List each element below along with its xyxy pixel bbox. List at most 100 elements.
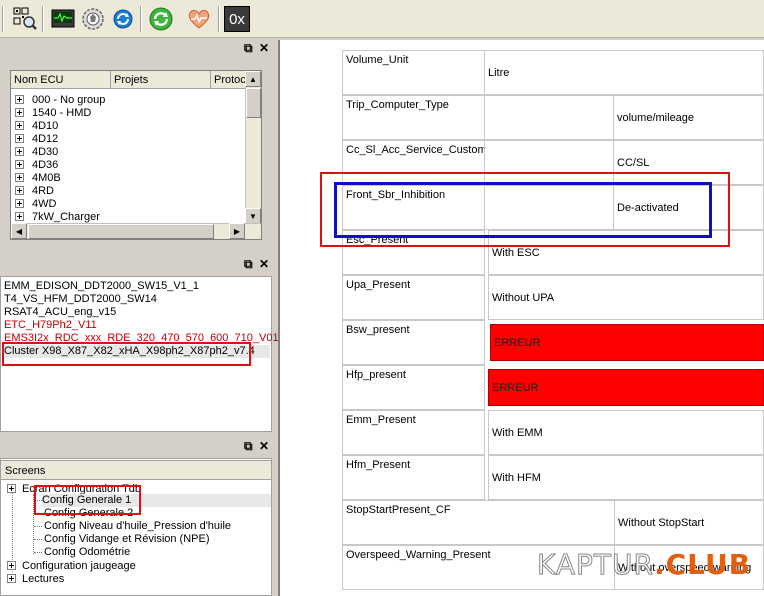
form-row-volume-unit: Volume_Unit Litre	[342, 50, 764, 95]
refresh-icon[interactable]	[110, 6, 136, 32]
horizontal-scrollbar[interactable]: ◀ ▶	[11, 223, 261, 239]
ecu-tree-label: 1540 - HMD	[32, 106, 92, 119]
app-window: 0x ⧉ ✕ Nom ECU Projets Protoco 000 - No …	[0, 0, 764, 596]
screens-panel-header: ⧉ ✕	[0, 438, 272, 456]
ecu-tree-label: 4D30	[32, 145, 59, 158]
field-label: Bsw_present	[342, 320, 485, 365]
ecu-tree-item[interactable]: 4WD	[15, 197, 56, 210]
field-value[interactable]: Without StopStart	[614, 500, 764, 545]
field-label: Hfp_present	[342, 365, 485, 410]
screens-tree-root-label: Lectures	[22, 572, 65, 585]
scroll-left-icon[interactable]: ◀	[11, 223, 27, 239]
field-label: Emm_Present	[342, 410, 485, 455]
scroll-down-icon[interactable]: ▼	[245, 208, 261, 224]
lion-gear-icon[interactable]	[80, 6, 106, 32]
expand-icon[interactable]	[15, 199, 24, 208]
ecu-tree-item[interactable]: 4RD	[15, 184, 54, 197]
toolbar: 0x	[0, 0, 764, 38]
ecu-tree-label: 7kW_Charger	[32, 210, 100, 223]
database-panel-header: ⧉ ✕	[0, 256, 272, 274]
field-value-error[interactable]: ERREUR	[488, 369, 764, 406]
screens-tree-root[interactable]: Lectures	[7, 572, 64, 585]
scroll-thumb[interactable]	[246, 88, 261, 118]
undock-icon[interactable]: ⧉	[244, 258, 253, 270]
field-label: StopStartPresent_CF	[342, 500, 615, 545]
ecu-tree-item[interactable]: 4D10	[15, 119, 58, 132]
close-icon[interactable]: ✕	[259, 42, 269, 54]
toolbar-separator	[140, 6, 142, 32]
field-value[interactable]: With EMM	[488, 410, 764, 455]
close-icon[interactable]: ✕	[259, 440, 269, 452]
qr-search-icon[interactable]	[12, 6, 38, 32]
screens-tree-item[interactable]: Config Vidange et Révision (NPE)	[44, 533, 210, 546]
ecu-tree-label: 4RD	[32, 184, 55, 197]
tree-line	[34, 539, 42, 540]
column-header-projets[interactable]: Projets	[111, 71, 211, 89]
expand-icon[interactable]	[15, 108, 24, 117]
field-value[interactable]: volume/mileage	[613, 95, 764, 140]
hex-icon[interactable]: 0x	[224, 6, 250, 32]
form-row-hfp-present: Hfp_present ERREUR	[342, 365, 764, 410]
undock-icon[interactable]: ⧉	[244, 42, 253, 54]
field-label: Trip_Computer_Type	[342, 95, 485, 140]
field-label: Hfm_Present	[342, 455, 485, 500]
database-list-item[interactable]: T4_VS_HFM_DDT2000_SW14	[4, 293, 157, 306]
expand-icon[interactable]	[7, 561, 16, 570]
close-icon[interactable]: ✕	[259, 258, 269, 270]
expand-icon[interactable]	[7, 574, 16, 583]
ecu-tree-label: 4M0B	[32, 171, 61, 184]
database-list-item[interactable]: ETC_H79Ph2_V11	[4, 319, 97, 332]
ecu-tree-label: 000 - No group	[32, 93, 106, 106]
ecu-panel-header: ⧉ ✕	[0, 40, 272, 58]
expand-icon[interactable]	[15, 160, 24, 169]
expand-icon[interactable]	[15, 121, 24, 130]
expand-icon[interactable]	[15, 212, 24, 221]
column-header-nom-ecu[interactable]: Nom ECU	[11, 71, 111, 89]
form-row-emm-present: Emm_Present With EMM	[342, 410, 764, 455]
database-list-item[interactable]: RSAT4_ACU_eng_v15	[4, 306, 116, 319]
ecu-tree-item[interactable]: 1540 - HMD	[15, 106, 91, 119]
ecu-tree-label: 4WD	[32, 197, 57, 210]
form-row-bsw-present: Bsw_present ERREUR	[342, 320, 764, 365]
expand-icon[interactable]	[15, 95, 24, 104]
ecu-tree-item[interactable]: 000 - No group	[15, 93, 105, 106]
ecu-tree-item[interactable]: 4M0B	[15, 171, 61, 184]
expand-icon[interactable]	[15, 134, 24, 143]
highlight-box	[334, 182, 712, 238]
green-sync-icon[interactable]	[148, 6, 174, 32]
ecu-tree-item[interactable]: 7kW_Charger	[15, 210, 100, 223]
field-value-error[interactable]: ERREUR	[490, 324, 764, 361]
ecu-tree-item[interactable]: 4D12	[15, 132, 58, 145]
expand-icon[interactable]	[15, 147, 24, 156]
oscilloscope-icon[interactable]	[50, 6, 76, 32]
field-value[interactable]: Litre	[484, 50, 764, 95]
ecu-tree-label: 4D10	[32, 119, 59, 132]
toolbar-separator	[42, 6, 44, 32]
database-list-item[interactable]: EMM_EDISON_DDT2000_SW15_V1_1	[4, 280, 199, 293]
screens-tree-item[interactable]: Config Niveau d'huile_Pression d'huile	[44, 520, 231, 533]
hex-label: 0x	[229, 10, 245, 28]
field-value[interactable]: With HFM	[488, 455, 764, 500]
vertical-scrollbar[interactable]: ▲ ▼	[245, 71, 261, 225]
field-spacer	[484, 95, 614, 140]
undock-icon[interactable]: ⧉	[244, 440, 253, 452]
column-header-protocole[interactable]: Protoco	[211, 71, 247, 89]
field-value[interactable]: Without UPA	[488, 275, 764, 320]
watermark-text: .CLUB	[653, 548, 752, 581]
expand-icon[interactable]	[15, 186, 24, 195]
screens-header: Screens	[0, 460, 272, 480]
expand-icon[interactable]	[15, 173, 24, 182]
scroll-thumb[interactable]	[28, 224, 214, 239]
scroll-right-icon[interactable]: ▶	[229, 223, 245, 239]
screens-tree-item[interactable]: Config Odométrie	[44, 546, 130, 559]
heart-pulse-icon[interactable]	[186, 6, 212, 32]
ecu-tree-item[interactable]: 4D30	[15, 145, 58, 158]
ecu-tree-item[interactable]: 4D36	[15, 158, 58, 171]
tree-line	[34, 526, 42, 527]
toolbar-grip	[2, 6, 4, 32]
ecu-tree-label: 4D12	[32, 132, 59, 145]
form-row-upa-present: Upa_Present Without UPA	[342, 275, 764, 320]
screens-tree-root[interactable]: Configuration jaugeage	[7, 559, 136, 572]
scroll-up-icon[interactable]: ▲	[245, 71, 261, 87]
collapse-icon[interactable]	[7, 484, 16, 493]
